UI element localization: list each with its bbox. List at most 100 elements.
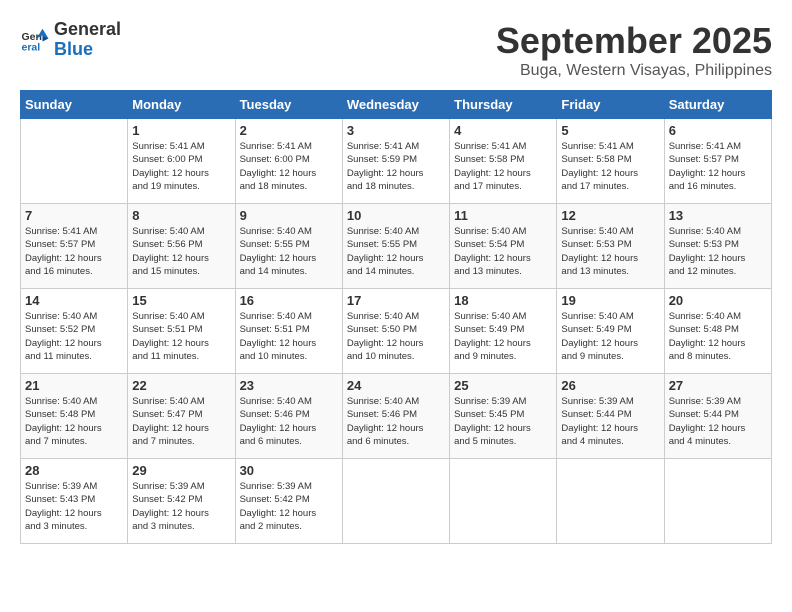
calendar-cell: 4 Sunrise: 5:41 AM Sunset: 5:58 PM Daylig… [450,119,557,204]
day-number: 13 [669,208,767,223]
calendar-cell: 26 Sunrise: 5:39 AM Sunset: 5:44 PM Dayli… [557,374,664,459]
svg-text:eral: eral [22,41,41,53]
calendar-cell: 29 Sunrise: 5:39 AM Sunset: 5:42 PM Dayli… [128,459,235,544]
calendar-cell: 7 Sunrise: 5:41 AM Sunset: 5:57 PM Daylig… [21,204,128,289]
calendar-cell: 12Sunrise: 5:40 AM Sunset: 5:53 PM Dayli… [557,204,664,289]
calendar-cell: 11 Sunrise: 5:40 AM Sunset: 5:54 PM Dayli… [450,204,557,289]
day-number: 15 [132,293,230,308]
day-info: Sunrise: 5:40 AM Sunset: 5:51 PM Dayligh… [132,310,230,363]
day-info: Sunrise: 5:39 AM Sunset: 5:45 PM Dayligh… [454,395,552,448]
day-info: Sunrise: 5:39 AM Sunset: 5:42 PM Dayligh… [132,480,230,533]
logo-icon: Gen eral [20,25,50,55]
calendar-week-3: 14Sunrise: 5:40 AM Sunset: 5:52 PM Dayli… [21,289,772,374]
calendar-week-1: 1 Sunrise: 5:41 AM Sunset: 6:00 PM Daylig… [21,119,772,204]
day-number: 29 [132,463,230,478]
weekday-header-monday: Monday [128,91,235,119]
day-info: Sunrise: 5:40 AM Sunset: 5:49 PM Dayligh… [454,310,552,363]
day-info: Sunrise: 5:41 AM Sunset: 5:59 PM Dayligh… [347,140,445,193]
calendar-cell: 28 Sunrise: 5:39 AM Sunset: 5:43 PM Dayli… [21,459,128,544]
day-number: 20 [669,293,767,308]
calendar-week-2: 7 Sunrise: 5:41 AM Sunset: 5:57 PM Daylig… [21,204,772,289]
day-info: Sunrise: 5:40 AM Sunset: 5:54 PM Dayligh… [454,225,552,278]
calendar-cell: 23Sunrise: 5:40 AM Sunset: 5:46 PM Dayli… [235,374,342,459]
calendar-cell: 25 Sunrise: 5:39 AM Sunset: 5:45 PM Dayli… [450,374,557,459]
day-info: Sunrise: 5:41 AM Sunset: 6:00 PM Dayligh… [132,140,230,193]
calendar-cell: 18 Sunrise: 5:40 AM Sunset: 5:49 PM Dayli… [450,289,557,374]
day-info: Sunrise: 5:40 AM Sunset: 5:48 PM Dayligh… [25,395,123,448]
calendar-cell: 13 Sunrise: 5:40 AM Sunset: 5:53 PM Dayli… [664,204,771,289]
day-number: 25 [454,378,552,393]
weekday-header-saturday: Saturday [664,91,771,119]
calendar-cell: 10 Sunrise: 5:40 AM Sunset: 5:55 PM Dayli… [342,204,449,289]
weekday-header-row: SundayMondayTuesdayWednesdayThursdayFrid… [21,91,772,119]
day-info: Sunrise: 5:41 AM Sunset: 5:57 PM Dayligh… [669,140,767,193]
day-info: Sunrise: 5:39 AM Sunset: 5:44 PM Dayligh… [669,395,767,448]
calendar-week-4: 21Sunrise: 5:40 AM Sunset: 5:48 PM Dayli… [21,374,772,459]
day-number: 9 [240,208,338,223]
calendar-cell: 6Sunrise: 5:41 AM Sunset: 5:57 PM Daylig… [664,119,771,204]
day-info: Sunrise: 5:40 AM Sunset: 5:47 PM Dayligh… [132,395,230,448]
day-number: 30 [240,463,338,478]
calendar-cell: 19Sunrise: 5:40 AM Sunset: 5:49 PM Dayli… [557,289,664,374]
logo-blue: Blue [54,40,121,60]
calendar-cell [557,459,664,544]
day-info: Sunrise: 5:40 AM Sunset: 5:51 PM Dayligh… [240,310,338,363]
day-number: 24 [347,378,445,393]
calendar-cell: 9Sunrise: 5:40 AM Sunset: 5:55 PM Daylig… [235,204,342,289]
weekday-header-thursday: Thursday [450,91,557,119]
day-info: Sunrise: 5:40 AM Sunset: 5:55 PM Dayligh… [347,225,445,278]
day-info: Sunrise: 5:41 AM Sunset: 5:58 PM Dayligh… [454,140,552,193]
location-title: Buga, Western Visayas, Philippines [496,62,772,80]
day-number: 11 [454,208,552,223]
calendar-cell [450,459,557,544]
day-number: 23 [240,378,338,393]
day-info: Sunrise: 5:40 AM Sunset: 5:50 PM Dayligh… [347,310,445,363]
day-number: 8 [132,208,230,223]
day-number: 27 [669,378,767,393]
day-info: Sunrise: 5:40 AM Sunset: 5:52 PM Dayligh… [25,310,123,363]
day-number: 22 [132,378,230,393]
calendar-week-5: 28 Sunrise: 5:39 AM Sunset: 5:43 PM Dayli… [21,459,772,544]
day-info: Sunrise: 5:39 AM Sunset: 5:44 PM Dayligh… [561,395,659,448]
day-number: 16 [240,293,338,308]
calendar-cell: 27 Sunrise: 5:39 AM Sunset: 5:44 PM Dayli… [664,374,771,459]
weekday-header-friday: Friday [557,91,664,119]
day-info: Sunrise: 5:40 AM Sunset: 5:48 PM Dayligh… [669,310,767,363]
day-info: Sunrise: 5:39 AM Sunset: 5:43 PM Dayligh… [25,480,123,533]
day-number: 2 [240,123,338,138]
calendar-cell: 3 Sunrise: 5:41 AM Sunset: 5:59 PM Daylig… [342,119,449,204]
weekday-header-tuesday: Tuesday [235,91,342,119]
calendar-cell: 22 Sunrise: 5:40 AM Sunset: 5:47 PM Dayli… [128,374,235,459]
day-info: Sunrise: 5:40 AM Sunset: 5:56 PM Dayligh… [132,225,230,278]
day-info: Sunrise: 5:41 AM Sunset: 5:57 PM Dayligh… [25,225,123,278]
weekday-header-sunday: Sunday [21,91,128,119]
day-info: Sunrise: 5:41 AM Sunset: 5:58 PM Dayligh… [561,140,659,193]
day-number: 3 [347,123,445,138]
title-block: September 2025 Buga, Western Visayas, Ph… [496,20,772,80]
calendar-cell: 8 Sunrise: 5:40 AM Sunset: 5:56 PM Daylig… [128,204,235,289]
calendar-cell: 17 Sunrise: 5:40 AM Sunset: 5:50 PM Dayli… [342,289,449,374]
calendar-cell: 30 Sunrise: 5:39 AM Sunset: 5:42 PM Dayli… [235,459,342,544]
calendar-cell: 5 Sunrise: 5:41 AM Sunset: 5:58 PM Daylig… [557,119,664,204]
calendar-table: SundayMondayTuesdayWednesdayThursdayFrid… [20,90,772,544]
day-number: 1 [132,123,230,138]
day-number: 17 [347,293,445,308]
calendar-cell [21,119,128,204]
calendar-cell: 15 Sunrise: 5:40 AM Sunset: 5:51 PM Dayli… [128,289,235,374]
day-info: Sunrise: 5:40 AM Sunset: 5:53 PM Dayligh… [669,225,767,278]
day-info: Sunrise: 5:41 AM Sunset: 6:00 PM Dayligh… [240,140,338,193]
day-number: 10 [347,208,445,223]
day-number: 7 [25,208,123,223]
day-number: 5 [561,123,659,138]
calendar-cell: 14Sunrise: 5:40 AM Sunset: 5:52 PM Dayli… [21,289,128,374]
day-number: 4 [454,123,552,138]
logo: Gen eral General Blue [20,20,121,60]
day-info: Sunrise: 5:40 AM Sunset: 5:46 PM Dayligh… [347,395,445,448]
day-number: 26 [561,378,659,393]
day-number: 28 [25,463,123,478]
calendar-cell: 24 Sunrise: 5:40 AM Sunset: 5:46 PM Dayli… [342,374,449,459]
calendar-cell: 20 Sunrise: 5:40 AM Sunset: 5:48 PM Dayli… [664,289,771,374]
day-number: 19 [561,293,659,308]
day-info: Sunrise: 5:39 AM Sunset: 5:42 PM Dayligh… [240,480,338,533]
day-number: 18 [454,293,552,308]
